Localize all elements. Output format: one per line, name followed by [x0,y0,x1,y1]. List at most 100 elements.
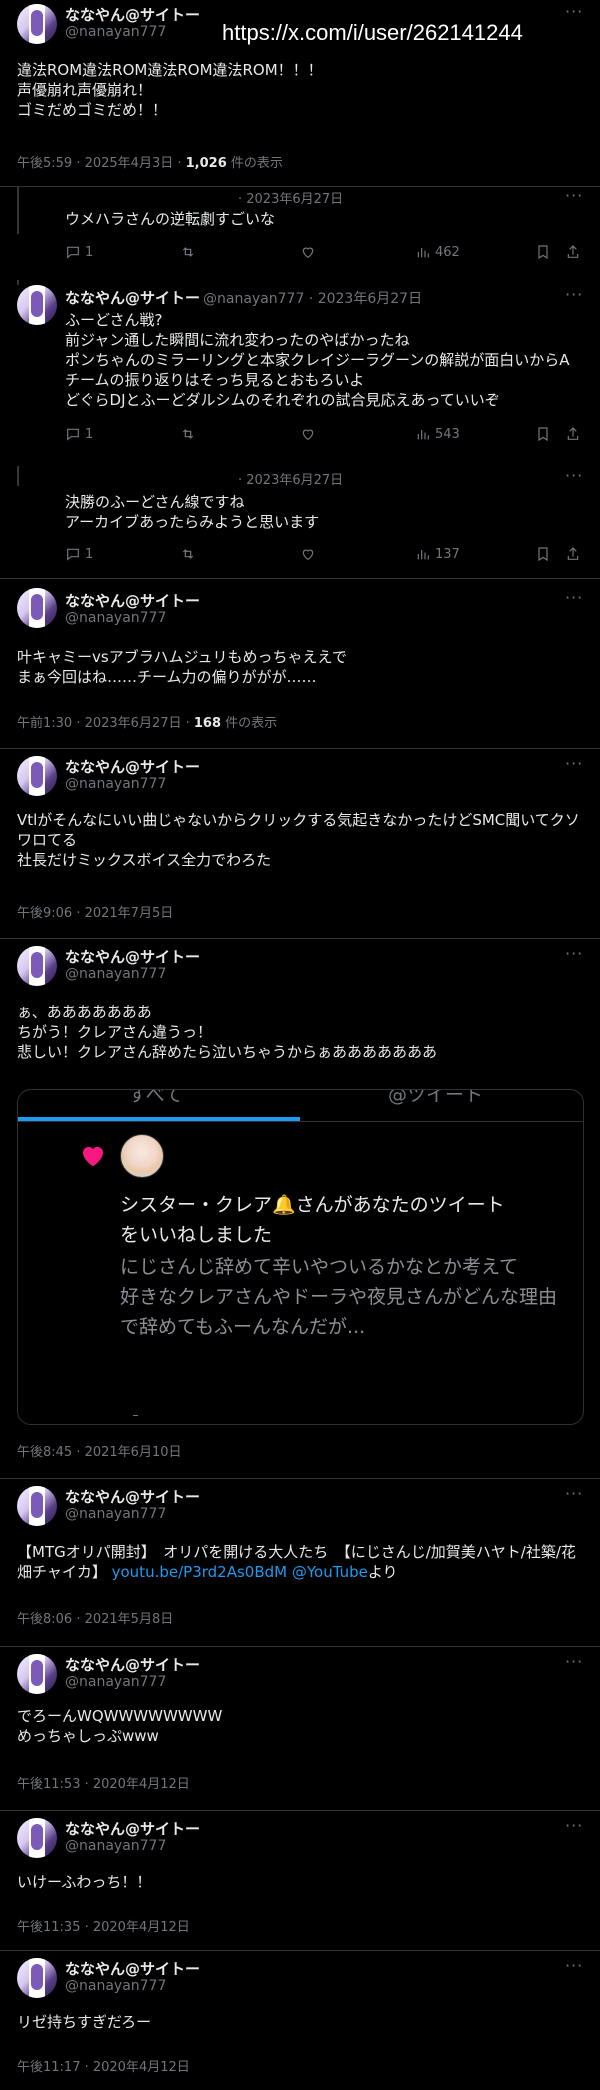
avatar[interactable] [17,285,57,325]
user-handle[interactable]: @nanayan777 [65,1978,166,1994]
display-name[interactable]: ななやん@サイトー [65,1486,200,1507]
more-horizontal-icon[interactable]: ··· [565,285,583,304]
reply-tweet[interactable]: ななやん@サイトー @nanayan777 · 2023年6月27日 ··· ふ… [0,280,600,455]
like-button[interactable] [300,426,316,442]
display-name[interactable]: ななやん@サイトー [65,946,200,967]
more-horizontal-icon[interactable]: ··· [565,1484,583,1503]
avatar[interactable] [17,1958,57,1998]
user-handle[interactable]: @nanayan777 [65,776,166,792]
reply-button[interactable]: 1 [65,426,93,442]
views-button[interactable]: 543 [415,426,460,442]
user-handle[interactable]: @nanayan777 · 2023年6月27日 [203,288,422,308]
more-horizontal-icon[interactable]: ··· [565,754,583,773]
tweet-text: 【MTGオリパ開封】 オリパを開ける大人たち 【にじさんじ/加賀美ハヤト/社築/… [17,1543,576,1581]
display-name[interactable]: ななやん@サイトー [65,1654,200,1675]
tweet-time[interactable]: 午後5:59 · 2025年4月3日 · [17,156,186,171]
bookmark-button[interactable] [535,546,551,562]
more-horizontal-icon[interactable]: ··· [565,588,583,607]
display-name[interactable]: ななやん@サイトー [65,590,200,611]
like-button[interactable] [300,546,316,562]
tweet-time[interactable]: · 2023年6月27日 [238,188,343,207]
tweet-time[interactable]: 午後11:17 · 2020年4月12日 [17,2060,190,2075]
tweet-time[interactable]: · 2023年6月27日 [238,469,343,488]
share-button[interactable] [565,546,581,562]
notification-title: シスター・クレア🔔さんがあなたのツイート をいいねしました [120,1194,505,1246]
more-horizontal-icon[interactable]: ··· [565,466,583,485]
user-handle[interactable]: @nanayan777 [65,1838,166,1854]
avatar[interactable] [17,946,57,986]
views-button[interactable]: 137 [415,546,460,562]
reply-button[interactable]: 1 [65,546,93,562]
tweet-meta: 午後11:53 · 2020年4月12日 [17,1773,190,1792]
avatar[interactable] [17,756,57,796]
avatar [120,1134,164,1178]
view-label: 件の表示 [226,156,283,171]
user-handle[interactable]: @nanayan777 [65,610,166,626]
tweet-time[interactable]: 午後8:45 · 2021年6月10日 [17,1445,182,1460]
tweet-time[interactable]: 午前1:30 · 2023年6月27日 · [17,716,194,731]
thread-line [17,466,19,486]
youtube-link[interactable]: youtu.be/P3rd2As0BdM [112,1563,287,1581]
user-handle[interactable]: @nanayan777 [65,24,166,40]
tweet-text: ふーどさん戦? 前ジャン通した瞬間に流れ変わったのやばかったね ポンちゃんのミラ… [65,311,570,409]
tweet[interactable]: ななやん@サイトー @nanayan777 ··· 【MTGオリパ開封】 オリパ… [0,1478,600,1646]
reply-tweet[interactable]: · 2023年6月27日 ··· 決勝のふーどさん線ですね アーカイブあったらみ… [0,466,600,576]
more-horizontal-icon[interactable]: ··· [565,1652,583,1671]
tweet[interactable]: ななやん@サイトー @nanayan777 ··· Vtlがそんなにいい曲じゃな… [0,748,600,938]
bookmark-button[interactable] [535,244,551,260]
youtube-mention[interactable]: @YouTube [292,1563,368,1581]
tab-tweets: @ツイート [388,1089,484,1106]
user-handle[interactable]: @nanayan777 [65,966,166,982]
share-icon [567,245,579,258]
like-button[interactable] [300,244,316,260]
reply-tweet[interactable]: · 2023年6月27日 ··· ウメハラさんの逆転劇すごいな 1 462 [0,186,600,286]
thread-line [17,186,19,234]
reply-button[interactable]: 1 [65,244,93,260]
retweet-button[interactable] [180,546,196,562]
display-name[interactable]: ななやん@サイトー [65,1958,200,1979]
retweet-button[interactable] [180,244,196,260]
share-button[interactable] [565,426,581,442]
share-button[interactable] [565,244,581,260]
more-horizontal-icon[interactable]: ··· [565,2,583,21]
display-name[interactable]: ななやん@サイトー [65,1818,200,1839]
avatar[interactable] [17,1486,57,1526]
action-bar: 1 462 [65,244,585,264]
display-name[interactable]: ななやん@サイトー [65,287,200,308]
avatar[interactable] [17,1818,57,1858]
more-horizontal-icon[interactable]: ··· [565,186,583,205]
tweet[interactable]: ななやん@サイトー @nanayan777 ··· 叶キャミーvsアブラハムジュ… [0,578,600,748]
thread-line [17,280,19,285]
tweet[interactable]: ななやん@サイトー @nanayan777 ··· いけーふわっち！！ 午後11… [0,1810,600,1950]
bookmark-button[interactable] [535,426,551,442]
avatar[interactable] [17,4,57,44]
more-horizontal-icon[interactable]: ··· [565,1816,583,1835]
display-name[interactable]: ななやん@サイトー [65,4,200,25]
view-label: 件の表示 [221,716,278,731]
tweet-text: リゼ持ちすぎだろー [17,2013,152,2031]
views-button[interactable]: 462 [415,244,460,260]
analytics-icon [417,550,429,560]
tweet-time[interactable]: 午後9:06 · 2021年7月5日 [17,906,173,921]
display-name[interactable]: ななやん@サイトー [65,756,200,777]
tweet-time[interactable]: 午後8:06 · 2021年5月8日 [17,1612,173,1627]
retweet-button[interactable] [180,426,196,442]
more-horizontal-icon[interactable]: ··· [565,1956,583,1975]
tweet-time[interactable]: 午後11:53 · 2020年4月12日 [17,1777,190,1792]
avatar[interactable] [17,588,57,628]
tweet-meta: 午後8:45 · 2021年6月10日 [17,1441,182,1460]
tweet[interactable]: ななやん@サイトー @nanayan777 ··· リゼ持ちすぎだろー 午後11… [0,1950,600,2090]
tweet-time[interactable]: 午後11:35 · 2020年4月12日 [17,1920,190,1935]
more-horizontal-icon[interactable]: ··· [565,944,583,963]
user-handle[interactable]: @nanayan777 [65,1506,166,1522]
heart-outline-icon [302,429,314,441]
tweet-text: いけーふわっち！！ [17,1873,152,1891]
tweet[interactable]: ななやん@サイトー @nanayan777 ··· でろーんWQWWWWWWWW… [0,1646,600,1810]
url-overlay: https://x.com/i/user/262141244 [222,20,523,45]
user-handle[interactable]: @nanayan777 [65,1674,166,1690]
tab-all: すべて [128,1089,183,1106]
tweet-text: ぁ、あああああああ ちがう！クレアさん違うっ！ 悲しい！クレアさん辞めたら泣いち… [17,1003,438,1061]
embedded-screenshot[interactable]: すべて @ツイート シスター・クレア🔔さんがあなたのツイート をいいねしました … [17,1089,584,1425]
action-bar: 1 543 [65,426,585,446]
avatar[interactable] [17,1654,57,1694]
